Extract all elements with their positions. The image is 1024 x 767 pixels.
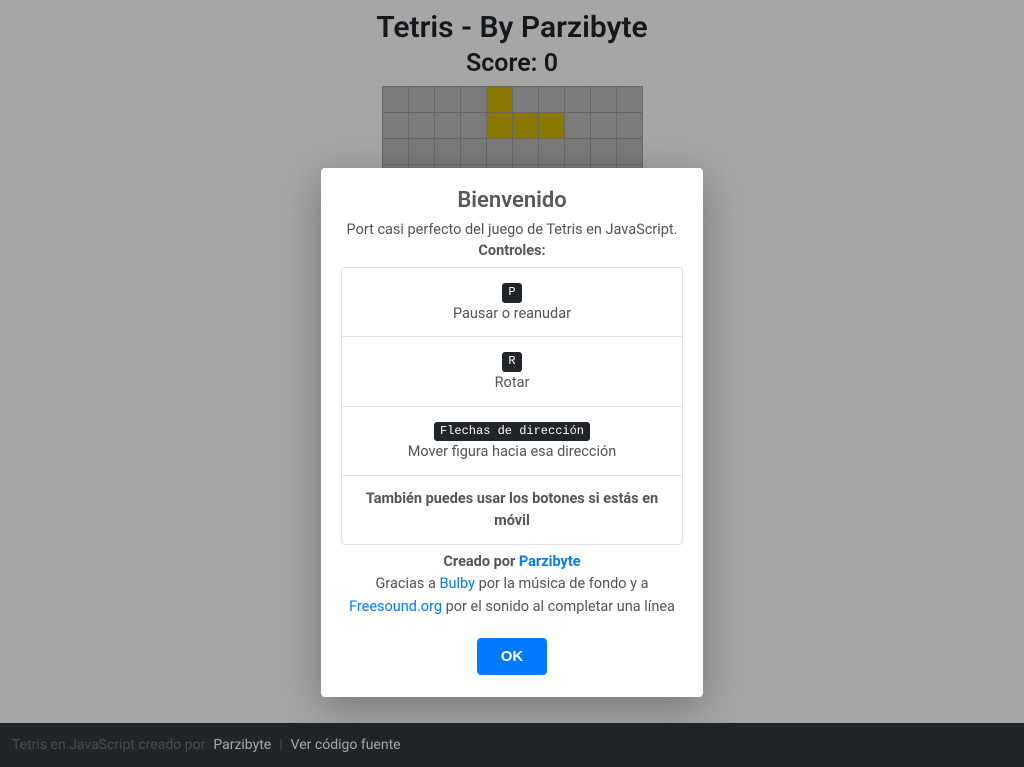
welcome-modal: Bienvenido Port casi perfecto del juego … [321,168,703,697]
mobile-note: También puedes usar los botones si estás… [366,490,658,529]
control-label: Pausar o reanudar [453,305,571,322]
controls-heading: Controles: [478,242,545,259]
key-r: R [502,352,521,372]
list-item: Flechas de dirección Mover figura hacia … [342,406,682,475]
controls-list: P Pausar o reanudar R Rotar Flechas de d… [341,267,683,545]
list-item: P Pausar o reanudar [342,268,682,336]
control-label: Mover figura hacia esa dirección [408,443,617,460]
modal-description: Port casi perfecto del juego de Tetris e… [341,219,683,261]
credits-freesound-link[interactable]: Freesound.org [349,598,442,615]
key-arrows: Flechas de dirección [434,422,590,442]
ok-button[interactable]: OK [477,638,548,675]
thanks-prefix: Gracias a [376,575,440,592]
credits-author-link[interactable]: Parzibyte [519,553,581,570]
control-label: Rotar [495,374,530,391]
modal-title: Bienvenido [341,188,683,213]
created-prefix: Creado por [443,553,518,570]
key-p: P [502,283,521,303]
thanks1-suffix: por la música de fondo y a [475,575,649,592]
credits: Creado por Parzibyte Gracias a Bulby por… [341,551,683,618]
modal-overlay: Bienvenido Port casi perfecto del juego … [0,0,1024,767]
modal-desc-text: Port casi perfecto del juego de Tetris e… [347,221,678,238]
credits-bulby-link[interactable]: Bulby [439,575,474,592]
thanks2-suffix: por el sonido al completar una línea [442,598,675,615]
list-item: R Rotar [342,336,682,405]
list-item: También puedes usar los botones si estás… [342,475,682,544]
